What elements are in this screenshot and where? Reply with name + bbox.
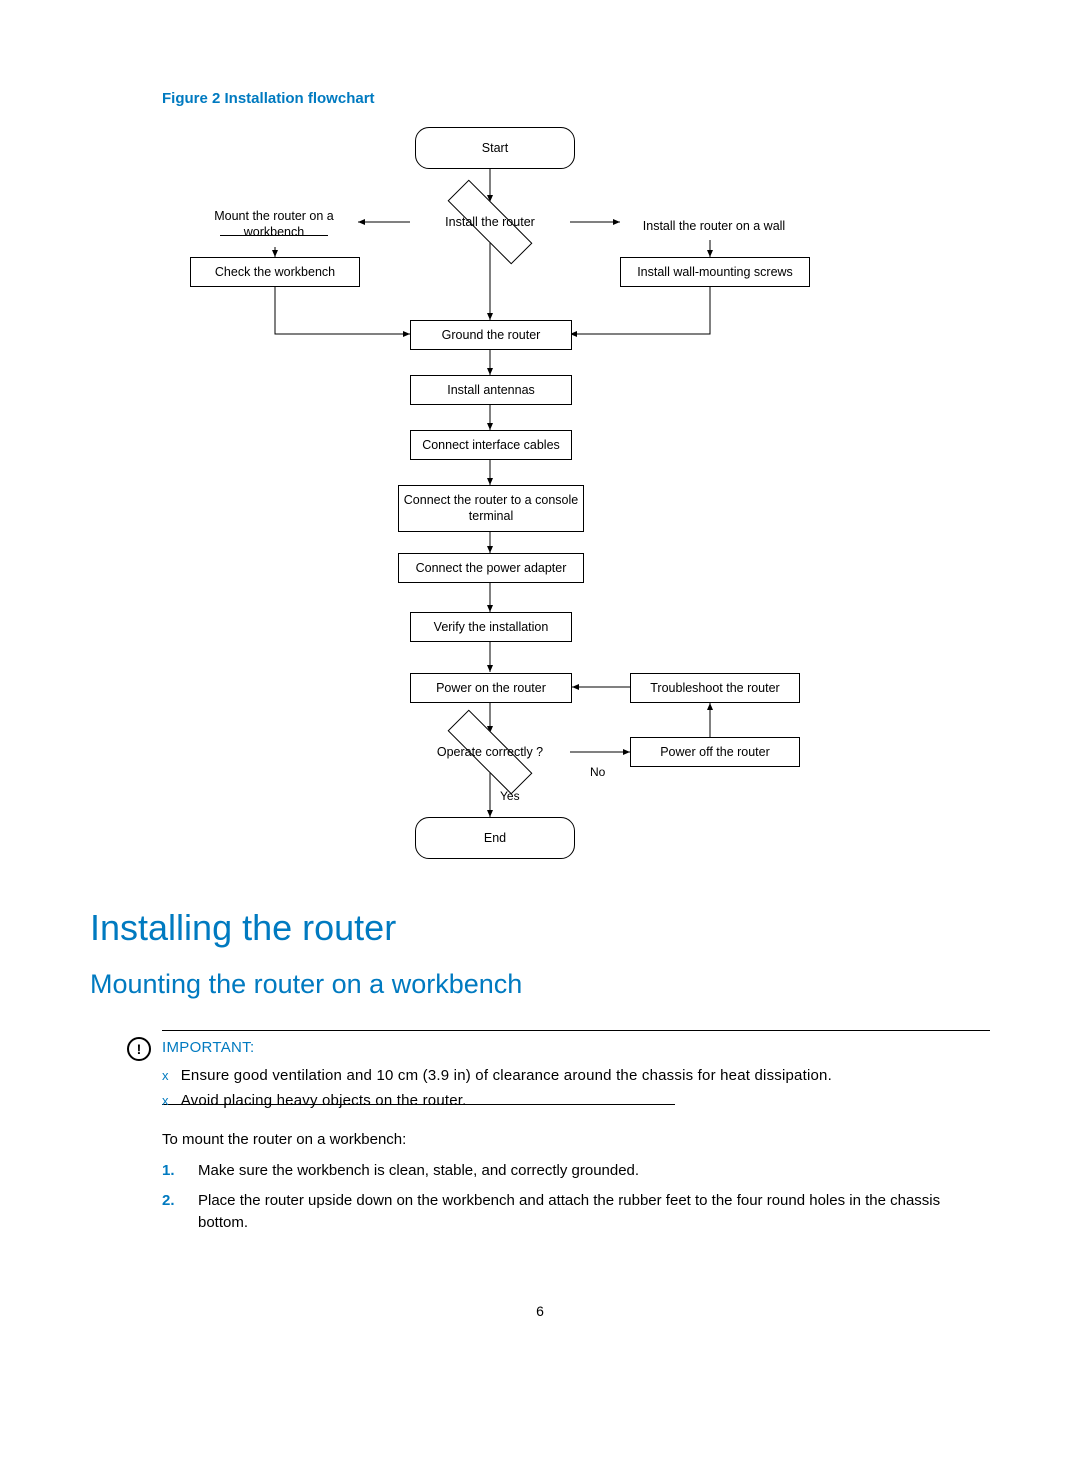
important-item: Avoid placing heavy objects on the route… [162, 1092, 990, 1109]
flow-verify: Verify the installation [410, 612, 572, 642]
important-callout: ! IMPORTANT: Ensure good ventilation and… [162, 1030, 990, 1105]
flow-install-wall-screws: Install wall-mounting screws [620, 257, 810, 287]
step-item: Make sure the workbench is clean, stable… [162, 1160, 990, 1182]
important-title: IMPORTANT: [162, 1039, 254, 1056]
heading-installing-router: Installing the router [90, 907, 990, 949]
flow-start: Start [415, 127, 575, 169]
intro-text: To mount the router on a workbench: [162, 1131, 990, 1148]
flow-mount-workbench: Mount the router on a workbench [190, 202, 358, 247]
flow-check-workbench: Check the workbench [190, 257, 360, 287]
flow-troubleshoot: Troubleshoot the router [630, 673, 800, 703]
flow-install-router: Install the router [410, 202, 570, 242]
important-icon: ! [127, 1037, 151, 1061]
page-number: 6 [90, 1303, 990, 1319]
important-item: Ensure good ventilation and 10 cm (3.9 i… [162, 1067, 990, 1084]
flow-no-label: No [590, 765, 605, 779]
flow-antennas: Install antennas [410, 375, 572, 405]
flow-power-off: Power off the router [630, 737, 800, 767]
flow-operate: Operate correctly ? [410, 732, 570, 772]
flow-end: End [415, 817, 575, 859]
flow-cables: Connect interface cables [410, 430, 572, 460]
flow-power-on: Power on the router [410, 673, 572, 703]
flow-yes-label: Yes [500, 789, 520, 803]
installation-flowchart: Start Install the router Mount the route… [90, 127, 990, 857]
heading-mounting-workbench: Mounting the router on a workbench [90, 969, 990, 1000]
figure-caption: Figure 2 Installation flowchart [162, 90, 990, 107]
flow-power-adapter: Connect the power adapter [398, 553, 584, 583]
step-item: Place the router upside down on the work… [162, 1190, 990, 1234]
flow-install-wall: Install the router on a wall [620, 212, 808, 240]
flow-console: Connect the router to a console terminal [398, 485, 584, 532]
flow-ground: Ground the router [410, 320, 572, 350]
